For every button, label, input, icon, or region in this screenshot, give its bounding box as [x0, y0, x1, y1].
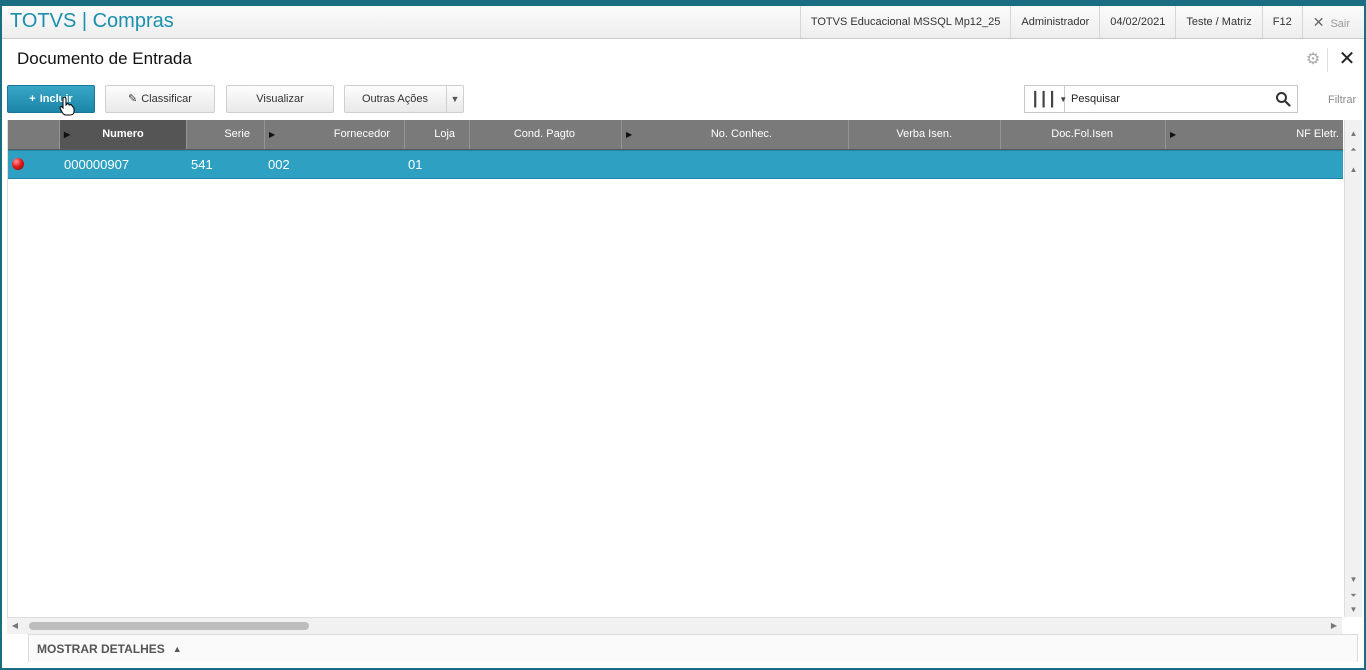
sort-arrow-icon: ▶	[269, 130, 276, 139]
divider	[1327, 48, 1328, 72]
classify-label: Classificar	[141, 93, 192, 105]
date-label[interactable]: 04/02/2021	[1099, 6, 1175, 38]
close-page-button[interactable]: ✕	[1336, 48, 1358, 70]
horizontal-scrollbar[interactable]: ◀ ▶	[7, 617, 1342, 634]
column-header-no-conhec[interactable]: ▶ No. Conhec.	[622, 120, 849, 149]
column-header-numero[interactable]: ▶ Numero	[60, 120, 187, 149]
scroll-bottom-icon[interactable]: ▼	[1345, 602, 1362, 618]
user-label[interactable]: Administrador	[1010, 6, 1099, 38]
status-red-icon	[12, 158, 24, 170]
view-label: Visualizar	[256, 93, 304, 105]
other-actions-label: Outras Ações	[361, 93, 429, 105]
grid-header: ▶ Numero Serie ▶ Fornecedor Loja Cond. Pag…	[8, 120, 1343, 150]
scroll-down-icon[interactable]: ▼	[1345, 572, 1362, 588]
scroll-top-icon[interactable]: ▲	[1345, 126, 1362, 142]
other-actions-button[interactable]: Outras Ações ▼	[344, 85, 464, 113]
scroll-left-icon[interactable]: ◀	[7, 618, 23, 634]
show-details-toggle[interactable]: MOSTRAR DETALHES ▲	[28, 634, 1358, 662]
cell-numero: 000000907	[64, 157, 130, 172]
column-header-verba-isen[interactable]: Verba Isen.	[849, 120, 1001, 149]
chevron-up-icon: ▲	[172, 644, 182, 654]
columns-icon: ┃┃┃	[1031, 91, 1057, 107]
show-details-label: MOSTRAR DETALHES	[37, 642, 165, 656]
sort-arrow-icon: ▶	[1170, 130, 1177, 139]
cell-loja: 01	[408, 157, 423, 172]
column-header-cond-pagto[interactable]: Cond. Pagto	[470, 120, 622, 149]
columns-selector[interactable]: ┃┃┃ ▼	[1025, 86, 1068, 112]
column-header-serie[interactable]: Serie	[187, 120, 265, 149]
vertical-scrollbar[interactable]: ▲ ⏶ ▲ ▼ ⏷ ▼	[1344, 120, 1362, 617]
column-header-fornecedor[interactable]: ▶ Fornecedor	[265, 120, 405, 149]
status-bar: TOTVS Educacional MSSQL Mp12_25 Administ…	[799, 6, 1364, 38]
column-header-status[interactable]	[8, 120, 60, 149]
view-button[interactable]: Visualizar	[226, 85, 334, 113]
chevron-down-icon: ▼	[1059, 95, 1068, 104]
column-header-nf-eletr[interactable]: ▶ NF Eletr.	[1166, 120, 1343, 149]
search-icon[interactable]	[1275, 91, 1291, 107]
pencil-icon: ✎	[128, 93, 138, 105]
app-window: TOTVS | Compras TOTVS Educacional MSSQL …	[2, 6, 1364, 668]
search-input[interactable]	[1069, 88, 1269, 110]
branch-label[interactable]: Teste / Matriz	[1175, 6, 1261, 38]
plus-icon: +	[29, 93, 36, 105]
exit-button[interactable]: ✕ Sair	[1301, 6, 1364, 38]
chevron-down-icon: ▼	[446, 86, 463, 112]
page-title: Documento de Entrada	[17, 49, 192, 68]
data-grid: ▶ Numero Serie ▶ Fornecedor Loja Cond. Pag…	[7, 120, 1343, 617]
scroll-page-up-icon[interactable]: ⏶	[1345, 142, 1362, 158]
sort-arrow-icon: ▶	[626, 130, 633, 139]
scroll-thumb[interactable]	[29, 622, 309, 630]
help-key-label[interactable]: F12	[1261, 6, 1302, 38]
cell-fornecedor: 002	[268, 157, 290, 172]
table-row[interactable]: 000000907 541 002 01	[8, 150, 1343, 179]
filter-link[interactable]: Filtrar	[1328, 94, 1356, 106]
gear-icon[interactable]: ⚙	[1304, 51, 1322, 69]
column-header-loja[interactable]: Loja	[405, 120, 470, 149]
close-icon: ✕	[1312, 14, 1325, 30]
scroll-right-icon[interactable]: ▶	[1326, 618, 1342, 634]
cell-serie: 541	[191, 157, 213, 172]
hand-cursor-icon	[59, 96, 75, 116]
classify-button[interactable]: ✎ Classificar	[105, 85, 215, 113]
app-title: TOTVS | Compras	[10, 10, 174, 32]
environment-label[interactable]: TOTVS Educacional MSSQL Mp12_25	[799, 6, 1011, 38]
scroll-up-icon[interactable]: ▲	[1345, 162, 1362, 178]
column-header-doc-fol-isen[interactable]: Doc.Fol.Isen	[1001, 120, 1166, 149]
include-button[interactable]: + Incluir	[7, 85, 95, 113]
sort-arrow-icon: ▶	[64, 130, 71, 139]
exit-label: Sair	[1330, 18, 1350, 30]
title-bar: TOTVS | Compras TOTVS Educacional MSSQL …	[2, 6, 1364, 39]
search-box: ┃┃┃ ▼	[1024, 85, 1298, 113]
